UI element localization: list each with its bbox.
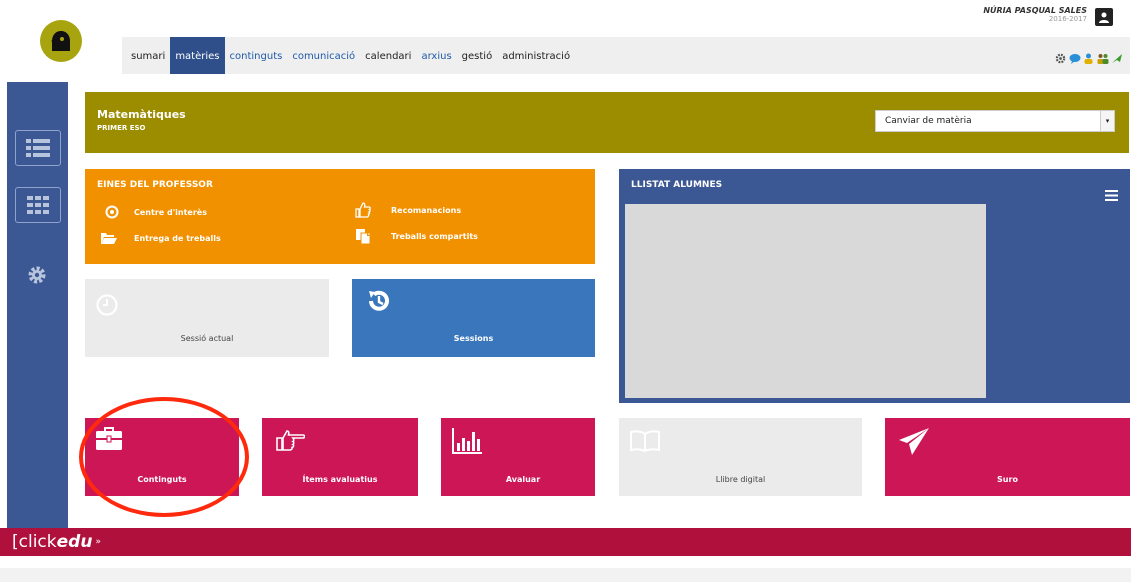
book-icon [630,430,660,456]
tile-label: Avaluar [505,475,541,484]
tab-materies[interactable]: matèries [170,37,225,74]
chat-icon[interactable] [1069,49,1081,64]
grid-view-button[interactable] [15,187,61,223]
briefcase-icon [96,427,122,455]
tool-label: Centre d'interès [134,207,207,217]
logo-brand: edu [56,532,93,552]
tile-label: Sessió actual [180,334,234,343]
top-navigation: sumari matèries continguts comunicació c… [122,37,1130,74]
students-list-title: LLISTAT ALUMNES [631,180,723,190]
tool-recomanacions[interactable]: Recomanacions [355,202,461,218]
bird-icon[interactable] [1111,49,1122,63]
shared-docs-icon [355,228,371,244]
subject-header: Matemàtiques PRIMER ESO Canviar de matèr… [85,92,1129,153]
students-list-content [625,204,986,398]
tool-treballs-compartits[interactable]: Treballs compartits [355,228,478,244]
dropdown-arrow-icon: ▾ [1100,111,1114,131]
list-view-button[interactable] [15,130,61,166]
clock-icon [96,294,118,320]
grid-view-icon [27,196,49,214]
tile-label: Ítems avaluatius [302,475,378,484]
tab-calendari[interactable]: calendari [360,37,416,74]
sidebar [7,82,68,528]
tab-administracio[interactable]: administració [497,37,575,74]
tile-label: Suro [997,475,1018,484]
academic-year: 2016-2017 [1048,15,1087,23]
footer: [clickedu» [0,528,1131,556]
user-avatar-icon[interactable] [1095,8,1113,26]
gear-icon[interactable] [1055,49,1066,64]
tool-label: Recomanacions [391,205,462,215]
select-value: Canviar de matèria [885,116,972,126]
teacher-tools-title: EINES DEL PROFESSOR [97,180,213,190]
tile-label: Llibre digital [715,475,766,484]
clickedu-logo[interactable]: [clickedu» [12,532,101,552]
app-logo[interactable] [40,20,82,62]
tab-arxius[interactable]: arxius [416,37,456,74]
tab-continguts[interactable]: continguts [225,37,288,74]
tab-sumari[interactable]: sumari [126,37,170,74]
subject-title: Matemàtiques [97,108,186,121]
group-icon[interactable] [1097,49,1109,64]
paper-plane-icon [899,428,929,460]
tile-label: Continguts [137,475,187,484]
target-icon [104,204,120,220]
current-session-tile[interactable]: Sessió actual [85,279,329,357]
history-icon [366,288,392,318]
students-list-panel: LLISTAT ALUMNES [619,169,1130,403]
contents-tile[interactable]: Continguts [85,418,239,496]
tool-label: Treballs compartits [391,231,478,241]
person-icon[interactable] [1083,49,1094,64]
tool-centre-interes[interactable]: Centre d'interès [104,204,207,220]
folder-open-icon [101,230,117,246]
list-view-icon [26,139,50,157]
logo-arrows-icon: » [95,537,101,547]
hamburger-menu-icon[interactable] [1105,186,1118,205]
suro-tile[interactable]: Suro [885,418,1130,496]
change-subject-select[interactable]: Canviar de matèria ▾ [875,110,1115,132]
assessment-items-tile[interactable]: Ítems avaluatius [262,418,418,496]
tab-comunicacio[interactable]: comunicació [287,37,360,74]
thumbs-up-icon [355,202,371,218]
bar-chart-icon [452,428,482,458]
settings-gear-icon[interactable] [27,265,47,289]
user-name: NÚRIA PASQUAL SALES [983,6,1087,15]
teacher-tools-panel: EINES DEL PROFESSOR Centre d'interès Ent… [85,169,595,264]
tile-label: Sessions [453,334,494,343]
sessions-tile[interactable]: Sessions [352,279,595,357]
logo-prefix: [click [12,532,57,552]
tool-label: Entrega de treballs [134,233,221,243]
hand-point-right-icon [275,428,306,456]
subject-subtitle: PRIMER ESO [97,124,146,132]
evaluate-tile[interactable]: Avaluar [441,418,595,496]
bottom-strip [0,568,1131,582]
tab-gestio[interactable]: gestió [457,37,498,74]
digital-book-tile[interactable]: Llibre digital [619,418,862,496]
tool-entrega-treballs[interactable]: Entrega de treballs [101,230,221,246]
bird-logo-icon [51,31,70,51]
user-info[interactable]: NÚRIA PASQUAL SALES 2016-2017 [983,6,1113,26]
